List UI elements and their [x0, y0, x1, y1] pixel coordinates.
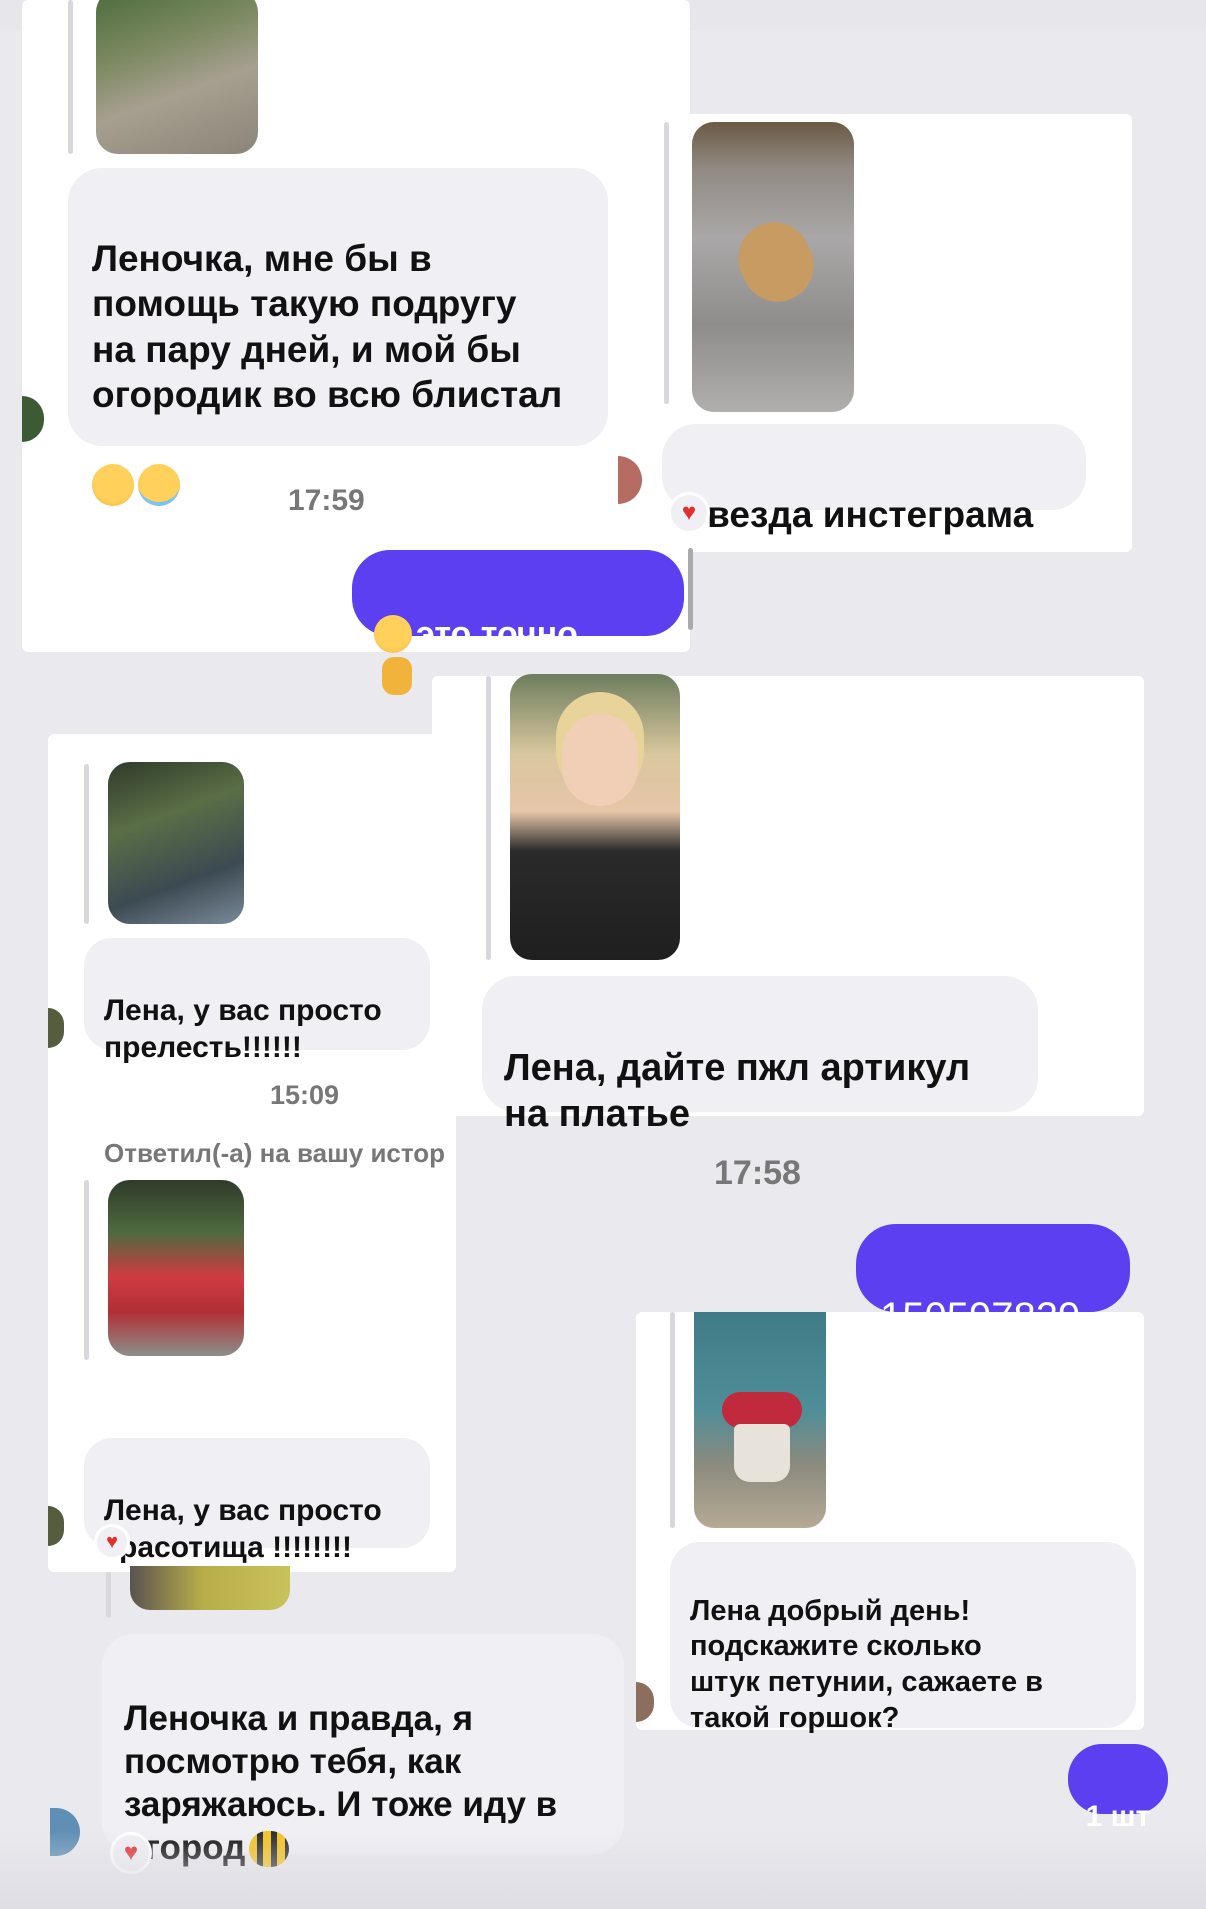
laughing-emoji-icon	[374, 614, 412, 653]
sender-avatar	[48, 1008, 64, 1048]
flowers-shape	[722, 1392, 802, 1428]
story-thumbnail-planter[interactable]	[108, 762, 244, 924]
message-text: Звезда инстеграма	[684, 493, 1034, 535]
reply-thread-line	[84, 1180, 89, 1360]
message-text: Лена, у вас просто красотища !!!!!!!!	[104, 1493, 382, 1564]
close-icon[interactable]	[1118, 0, 1162, 12]
message-bubble-article: Лена, дайте пжл артикул на платье	[482, 976, 1038, 1135]
sent-message-bubble-ehto-tochno: это точно	[352, 550, 684, 695]
story-thumbnail-woman-portrait[interactable]	[510, 674, 680, 960]
cursor-bar	[688, 548, 693, 630]
message-bubble-petunia: Лена добрый день! подскажите сколько шту…	[670, 1542, 1136, 1734]
chat-card-4: Лена, дайте пжл артикул на платье	[432, 674, 1144, 1135]
reply-thread-line	[486, 676, 491, 960]
pot-shape	[734, 1424, 790, 1482]
message-bubble-beauty: Лена, у вас просто красотища !!!!!!!!	[84, 1438, 430, 1564]
chat-card-2: Звезда инстеграма ♥	[618, 114, 1132, 552]
message-bubble-charm: Лена, у вас просто прелесть!!!!!!	[84, 938, 430, 1064]
reply-thread-line	[664, 122, 669, 404]
message-text: 1 шт	[1085, 1799, 1151, 1833]
sent-message-bubble-1sht: 1 шт	[1068, 1744, 1168, 1833]
story-thumbnail-partial[interactable]	[130, 1566, 290, 1610]
reply-thread-line	[670, 1312, 675, 1528]
reply-thread-line	[106, 1572, 111, 1618]
story-thumbnail-red-basket[interactable]	[108, 1180, 244, 1356]
timestamp: 17:59	[288, 484, 365, 517]
sender-avatar	[48, 1506, 64, 1546]
reply-thread-line	[68, 0, 73, 154]
replied-to-story-label: Ответил(-а) на вашу истор	[104, 1138, 446, 1168]
message-bubble-star: Звезда инстеграма	[662, 424, 1086, 535]
message-bubble-leonochka: Леночка, мне бы в помощь такую подругу н…	[68, 168, 608, 506]
reply-thread-line	[84, 764, 89, 924]
sender-avatar	[636, 1682, 654, 1722]
story-thumbnail-garden-path[interactable]	[96, 0, 258, 154]
sent-message-bubble-article-number: 150597829	[856, 1224, 1130, 1339]
story-thumbnail-flower-pot[interactable]	[694, 1312, 826, 1528]
chat-card-3: Лена, у вас просто прелесть!!!!!! 15:09 …	[48, 734, 456, 1572]
sender-avatar	[618, 456, 642, 504]
chat-card-5: Лена добрый день! подскажите сколько шту…	[636, 1312, 1144, 1734]
cat-shape	[726, 210, 826, 314]
story-thumbnail-cat[interactable]	[692, 122, 854, 412]
bottom-fade	[0, 1830, 1206, 1909]
heart-icon[interactable]: ♥	[94, 1524, 130, 1560]
sender-avatar	[22, 396, 44, 442]
message-text: это точно	[416, 614, 578, 653]
face-shape	[562, 714, 638, 806]
timestamp: 17:58	[714, 1154, 801, 1192]
ok-hand-emoji-icon	[382, 656, 412, 695]
heart-icon[interactable]: ♥	[668, 492, 710, 534]
smiling-halo-emoji-icon	[138, 464, 180, 506]
message-bubble-garden: Леночка и правда, я посмотрю тебя, как з…	[102, 1634, 624, 1868]
message-text: Леночка, мне бы в помощь такую подругу н…	[92, 237, 563, 416]
smiling-hearts-emoji-icon	[92, 464, 134, 506]
message-text: Лена, у вас просто прелесть!!!!!!	[104, 993, 382, 1064]
message-text: Лена, дайте пжл артикул на платье	[504, 1046, 971, 1136]
message-text: Лена добрый день! подскажите сколько шту…	[690, 1594, 1044, 1734]
timestamp: 15:09	[270, 1080, 340, 1110]
